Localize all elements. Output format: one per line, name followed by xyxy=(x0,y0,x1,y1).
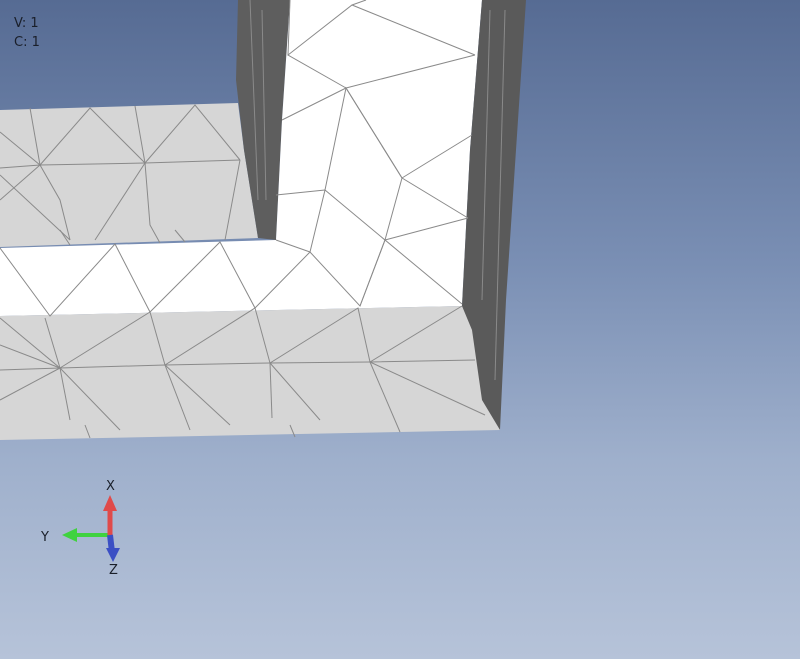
cell-count: C: 1 xyxy=(14,35,40,50)
upper-arm-front-face xyxy=(0,103,258,247)
z-axis-label: Z xyxy=(109,563,118,578)
statistics-overlay: V: 1 C: 1 xyxy=(14,14,40,52)
x-axis-label: X xyxy=(106,479,115,494)
y-axis-arrow xyxy=(62,528,110,542)
lower-arm-front-face xyxy=(0,306,500,440)
orientation-triad: X Y Z xyxy=(40,479,120,578)
vertex-count: V: 1 xyxy=(14,16,39,31)
x-axis-arrow xyxy=(103,495,117,535)
3d-viewport[interactable]: V: 1 C: 1 X Y Z xyxy=(0,0,800,659)
y-axis-label: Y xyxy=(40,530,49,545)
z-axis-arrow xyxy=(106,534,120,562)
